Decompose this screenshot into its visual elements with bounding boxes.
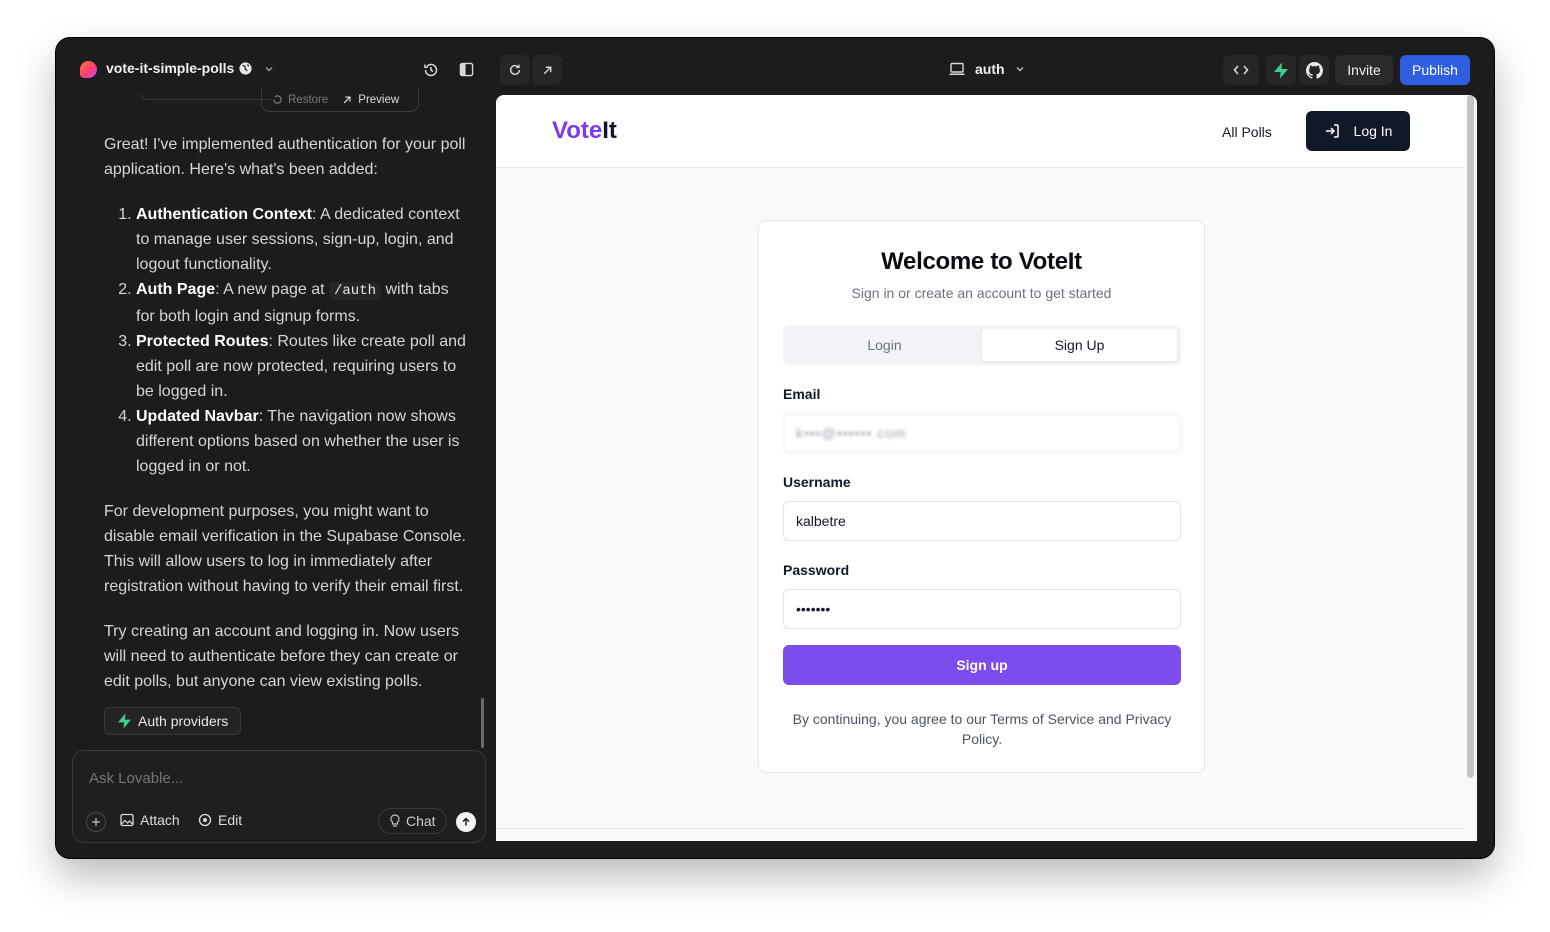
preview-navbar: VoteIt All Polls Log In — [496, 95, 1464, 168]
laptop-icon — [949, 62, 965, 75]
inline-code: /auth — [329, 282, 382, 300]
message-paragraph: Try creating an account and logging in. … — [104, 623, 460, 690]
edit-label: Edit — [218, 812, 243, 828]
changes-list: Authentication Context: A dedicated cont… — [104, 202, 469, 479]
supabase-button[interactable] — [1266, 55, 1296, 85]
auth-subtitle: Sign in or create an account to get star… — [851, 285, 1112, 301]
username-field[interactable] — [783, 501, 1181, 541]
chat-scrollbar[interactable] — [481, 698, 484, 748]
refresh-icon — [509, 64, 521, 76]
voteit-logo[interactable]: VoteIt — [552, 117, 617, 145]
code-view-button[interactable] — [1223, 55, 1259, 85]
chevron-down-icon — [1016, 67, 1024, 72]
assistant-message: Great! I've implemented authentication f… — [104, 132, 469, 714]
preview-scrollbar[interactable] — [1467, 95, 1474, 778]
message-paragraph: For development purposes, you might want… — [104, 503, 466, 595]
app-preview: VoteIt All Polls Log In Welcome to VoteI… — [496, 95, 1477, 841]
terms-text: By continuing, you agree to our Terms of… — [792, 711, 1172, 747]
route-label: auth — [975, 61, 1005, 77]
message-intro: Great! I've implemented authentication f… — [104, 136, 466, 178]
auth-providers-button[interactable]: Auth providers — [104, 707, 242, 735]
arrow-up-icon — [462, 817, 470, 826]
brand-part: It — [602, 117, 617, 144]
plus-icon — [92, 818, 100, 826]
github-button[interactable] — [1299, 55, 1329, 85]
list-item-title: Protected Routes — [136, 333, 269, 350]
arrow-up-right-icon — [343, 96, 351, 103]
preview-button[interactable]: Preview — [342, 94, 399, 106]
list-item-text: : A new page at — [215, 281, 329, 298]
project-name[interactable]: vote-it-simple-polls — [106, 60, 234, 76]
lightbulb-icon — [390, 814, 400, 827]
publish-button[interactable]: Publish — [1400, 55, 1470, 85]
footer-divider — [496, 828, 1464, 829]
auth-tabs: Login Sign Up — [783, 325, 1181, 365]
route-selector[interactable]: auth — [949, 61, 1025, 77]
chat-input[interactable] — [89, 770, 449, 787]
list-item-title: Authentication Context — [136, 206, 312, 223]
brand-part: Vote — [552, 117, 603, 144]
nav-login-button[interactable]: Log In — [1306, 111, 1410, 151]
app-window: vote-it-simple-polls auth Invite Publish… — [56, 38, 1494, 858]
chat-composer: Attach Edit Chat — [72, 750, 486, 843]
chat-panel: Restore Preview Great! I've implemented … — [56, 88, 496, 858]
lovable-logo-icon[interactable] — [80, 61, 97, 78]
edit-button[interactable]: Edit — [198, 812, 242, 828]
invite-button[interactable]: Invite — [1335, 55, 1393, 85]
email-label: Email — [783, 386, 821, 402]
globe-icon[interactable] — [238, 61, 253, 76]
chat-mode-label: Chat — [406, 813, 436, 829]
nav-login-label: Log In — [1353, 123, 1393, 139]
top-bar: vote-it-simple-polls auth Invite Publish — [56, 38, 1494, 94]
preview-label: Preview — [358, 93, 400, 106]
list-item-title: Auth Page — [136, 281, 216, 298]
password-label: Password — [783, 562, 850, 578]
list-item-title: Updated Navbar — [136, 408, 259, 425]
list-item: Updated Navbar: The navigation now shows… — [136, 404, 469, 479]
username-label: Username — [783, 474, 851, 490]
list-item: Auth Page: A new page at /auth with tabs… — [136, 277, 469, 329]
refresh-button[interactable] — [500, 55, 530, 85]
login-icon — [1325, 124, 1339, 138]
github-icon — [1305, 61, 1323, 79]
chat-mode-toggle[interactable]: Chat — [378, 808, 447, 834]
signup-button[interactable]: Sign up — [783, 645, 1181, 685]
password-field[interactable] — [783, 589, 1181, 629]
email-field[interactable] — [783, 413, 1181, 453]
previous-message-edge — [141, 94, 271, 100]
list-item: Protected Routes: Routes like create pol… — [136, 329, 469, 404]
auth-card: Welcome to VoteIt Sign in or create an a… — [758, 220, 1205, 773]
nav-all-polls-link[interactable]: All Polls — [1222, 124, 1272, 140]
sidebar-toggle-icon[interactable] — [459, 62, 474, 77]
tab-signup[interactable]: Sign Up — [982, 329, 1177, 361]
target-icon — [198, 813, 212, 827]
restore-label: Restore — [288, 93, 329, 106]
add-button[interactable] — [86, 812, 106, 832]
attach-button[interactable]: Attach — [120, 812, 180, 828]
attach-label: Attach — [140, 812, 180, 828]
restore-button[interactable]: Restore — [272, 94, 328, 106]
tab-login[interactable]: Login — [787, 329, 982, 361]
arrow-up-right-icon — [543, 66, 551, 74]
auth-title: Welcome to VoteIt — [881, 248, 1082, 275]
image-icon — [120, 813, 134, 827]
code-icon — [1233, 65, 1249, 75]
open-external-button[interactable] — [532, 55, 562, 85]
list-item: Authentication Context: A dedicated cont… — [136, 202, 469, 277]
auth-providers-label: Auth providers — [138, 713, 229, 729]
supabase-icon — [117, 713, 132, 729]
chevron-down-icon[interactable] — [264, 64, 274, 74]
version-actions: Restore Preview — [261, 88, 419, 112]
send-button[interactable] — [456, 812, 476, 832]
history-icon[interactable] — [423, 62, 439, 78]
supabase-icon — [1274, 62, 1288, 78]
restore-icon — [273, 95, 282, 104]
